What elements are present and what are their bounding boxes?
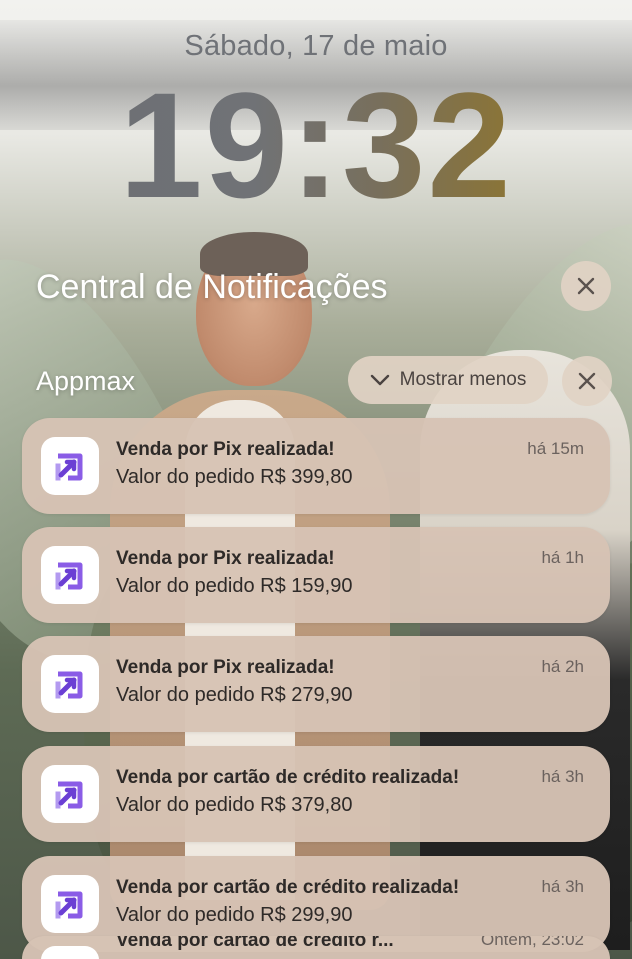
appmax-icon <box>41 546 99 604</box>
lockscreen-date: Sábado, 17 de maio <box>184 30 448 62</box>
appmax-icon <box>41 437 99 495</box>
notification-title: Venda por cartão de crédito realizada! <box>116 877 460 898</box>
notification-card[interactable]: Venda por Pix realizada! Valor do pedido… <box>22 418 610 514</box>
notification-title: Venda por Pix realizada! <box>116 548 335 569</box>
notification-time: há 1h <box>541 548 584 567</box>
appmax-icon <box>41 946 99 959</box>
notification-body: Valor do pedido R$ 279,90 <box>116 684 353 706</box>
notification-body: Valor do pedido R$ 159,90 <box>116 575 353 597</box>
notification-body: Valor do pedido R$ 299,90 <box>116 904 353 926</box>
appmax-icon <box>41 765 99 823</box>
appmax-icon <box>41 655 99 713</box>
show-less-label: Mostrar menos <box>399 369 527 390</box>
notification-time: há 15m <box>527 439 584 458</box>
close-icon <box>578 372 596 390</box>
lockscreen-time: 19:32 <box>0 70 632 220</box>
notification-time: há 3h <box>541 877 584 896</box>
notification-body: Valor do pedido R$ 399,80 <box>116 466 353 488</box>
notification-time: há 2h <box>541 657 584 676</box>
notification-group-close-button[interactable] <box>562 356 612 406</box>
notification-center-title: Central de Notificações <box>36 268 388 306</box>
chevron-down-icon <box>370 374 389 386</box>
notification-card[interactable]: Venda por cartão de crédito realizada! V… <box>22 746 610 842</box>
notification-title: Venda por cartão de crédito realizada! <box>116 767 460 788</box>
notification-card[interactable]: Venda por Pix realizada! Valor do pedido… <box>22 527 610 623</box>
notification-body: Valor do pedido R$ 379,80 <box>116 794 353 816</box>
notification-time: Ontem, 23:02 <box>480 936 584 949</box>
notification-time: há 3h <box>541 767 584 786</box>
notification-card[interactable]: Venda por Pix realizada! Valor do pedido… <box>22 636 610 732</box>
show-less-button[interactable]: Mostrar menos <box>348 356 548 404</box>
notification-title: Venda por Pix realizada! <box>116 439 335 460</box>
notification-group-app-name: Appmax <box>36 366 136 396</box>
notification-title: Venda por Pix realizada! <box>116 657 335 678</box>
close-icon <box>577 277 595 295</box>
appmax-icon <box>41 875 99 933</box>
notification-center-close-button[interactable] <box>561 261 611 311</box>
notification-title: Venda por cartão de crédito r... <box>116 936 394 951</box>
notification-card[interactable]: Venda por cartão de crédito r... Ontem, … <box>22 936 610 959</box>
